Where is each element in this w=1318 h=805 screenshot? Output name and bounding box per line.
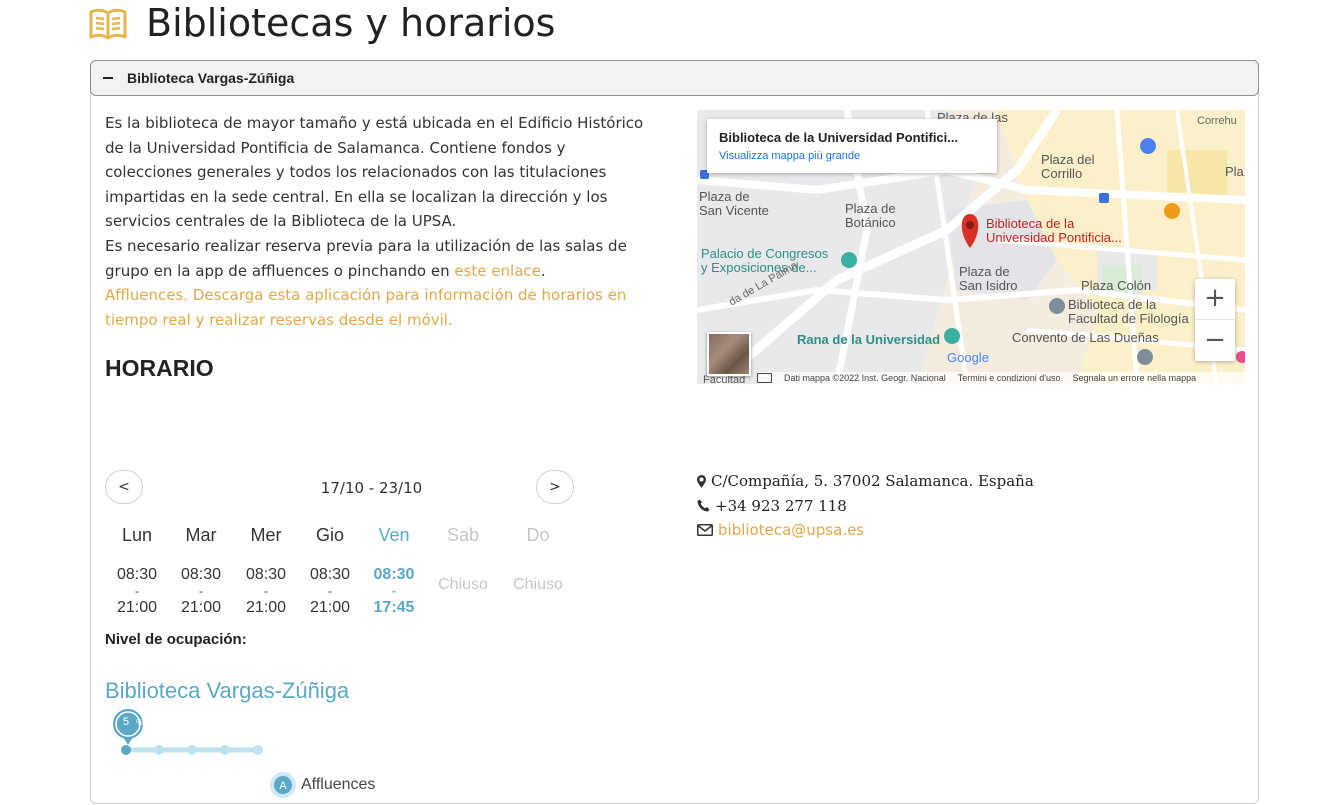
close-time: 21:00 — [116, 599, 158, 616]
day-lun: Lun 08:30-21:00 — [105, 521, 169, 616]
previous-week-button[interactable]: < — [105, 470, 143, 504]
open-book-icon — [89, 8, 127, 39]
map-info-card: Biblioteca de la Universidad Pontifici..… — [707, 119, 997, 173]
time-dash: - — [135, 584, 139, 598]
day-name: Ven — [378, 525, 410, 545]
day-sab: Sab Chiuso — [431, 521, 495, 594]
occupancy-unit: % — [136, 718, 144, 727]
map-label-correhu: Correhu — [1197, 115, 1237, 127]
day-name: Do — [526, 525, 550, 545]
map-label-palacio: Palacio de Congresos y Exposiciones de..… — [701, 246, 829, 275]
panel-title: Biblioteca Vargas-Zúñiga — [127, 70, 295, 86]
phone-icon — [697, 499, 710, 512]
map-card-title: Biblioteca de la Universidad Pontifici..… — [719, 130, 959, 145]
collapse-minus-icon[interactable] — [103, 77, 113, 79]
map-data-attribution: Dati mappa ©2022 Inst. Geogr. Nacional — [784, 373, 946, 383]
address-text: C/Compañía, 5. 37002 Salamanca. España — [711, 472, 1034, 490]
day-name: Sab — [446, 525, 480, 545]
map-terms-link[interactable]: Termini e condizioni d'uso — [958, 373, 1061, 383]
phone-row: +34 923 277 118 — [697, 494, 1034, 519]
map-label-pla: Pla — [1225, 164, 1244, 179]
zoom-out-button[interactable]: − — [1195, 320, 1235, 360]
close-time: 21:00 — [309, 599, 351, 616]
day-name: Mer — [250, 525, 282, 545]
library-panel: Biblioteca Vargas-Zúñiga Es la bibliotec… — [90, 60, 1259, 804]
google-logo: Google — [947, 350, 989, 365]
satellite-toggle[interactable] — [707, 332, 751, 376]
open-time: 08:30 — [373, 566, 415, 583]
open-time: 08:30 — [245, 566, 287, 583]
map-marker-icon — [697, 474, 706, 488]
keyboard-icon[interactable] — [757, 373, 772, 383]
open-time: 08:30 — [116, 566, 158, 583]
closed-label: Chiuso — [438, 576, 488, 593]
map-label-bib-filologia: Biblioteca de la Facultad de Filología — [1068, 297, 1189, 326]
affluences-brand: Affluences — [301, 776, 376, 793]
week-range: 17/10 - 23/10 — [320, 479, 423, 497]
map-label-plaza-corrillo: Plaza del Corrillo — [1041, 152, 1095, 181]
map-report-link[interactable]: Segnala un errore nella mappa — [1073, 373, 1197, 383]
map-label-plaza-san-vicente: Plaza de San Vicente — [699, 189, 769, 218]
email-link[interactable]: biblioteca@upsa.es — [718, 518, 864, 543]
map-label-plaza-san-isidro: Plaza de San Isidro — [959, 264, 1018, 293]
google-map[interactable]: Plaza de San Vicente Plaza de Botánico P… — [697, 110, 1245, 384]
library-description: Es la biblioteca de mayor tamaño y está … — [105, 111, 655, 332]
page-header: Bibliotecas y horarios — [88, 0, 555, 45]
view-larger-map-link[interactable]: Visualizza mappa più grande — [719, 150, 860, 162]
day-mer: Mer 08:30-21:00 — [234, 521, 298, 616]
panel-header[interactable]: Biblioteca Vargas-Zúñiga — [90, 60, 1259, 96]
day-hours: 08:30-17:45 — [362, 567, 426, 616]
affluences-logo[interactable]: A Affluences — [269, 771, 375, 799]
map-label-rana: Rana de la Universidad — [797, 332, 941, 347]
affluences-app-link[interactable]: Affluences. Descarga esta aplicación par… — [105, 286, 626, 329]
open-time: 08:30 — [180, 566, 222, 583]
description-paragraph-2: Es necesario realizar reserva previa par… — [105, 236, 627, 280]
envelope-icon — [697, 524, 713, 537]
reservation-link[interactable]: este enlace — [454, 262, 541, 280]
zoom-controls: + − — [1195, 279, 1235, 361]
horario-heading: HORARIO — [105, 355, 214, 381]
affluences-icon: A — [270, 772, 296, 798]
close-time: 21:00 — [180, 599, 222, 616]
day-name: Gio — [315, 525, 344, 545]
occupancy-value: 5 — [123, 716, 130, 728]
email-row: biblioteca@upsa.es — [697, 518, 1034, 543]
page-title: Bibliotecas y horarios — [146, 0, 556, 45]
time-dash: - — [328, 584, 332, 598]
day-hours: 08:30-21:00 — [169, 567, 233, 616]
map-label-plaza-botanico: Plaza de Botánico — [845, 201, 896, 230]
day-hours: 08:30-21:00 — [105, 567, 169, 616]
day-name: Lun — [121, 525, 153, 545]
next-week-button[interactable]: > — [536, 470, 574, 504]
svg-text:A: A — [279, 780, 287, 792]
close-time: 21:00 — [245, 599, 287, 616]
day-ven: Ven 08:30-17:45 — [362, 521, 426, 616]
day-mar: Mar 08:30-21:00 — [169, 521, 233, 616]
time-dash: - — [199, 584, 203, 598]
occupancy-label: Nivel de ocupación: — [105, 631, 247, 648]
map-label-convento: Convento de Las Dueñas — [1012, 330, 1159, 345]
occupancy-gauge: 5 % — [111, 707, 271, 757]
description-paragraph-1: Es la biblioteca de mayor tamaño y está … — [105, 114, 644, 231]
day-hours: 08:30-21:00 — [234, 567, 298, 616]
phone-text: +34 923 277 118 — [715, 496, 847, 515]
map-label-pin: Biblioteca de la Universidad Pontificia.… — [986, 216, 1122, 245]
day-do: Do Chiuso — [506, 521, 570, 594]
map-footer: Dati mappa ©2022 Inst. Geogr. Nacional T… — [757, 372, 1245, 384]
time-dash: - — [264, 584, 268, 598]
day-hours: 08:30-21:00 — [298, 567, 362, 616]
day-gio: Gio 08:30-21:00 — [298, 521, 362, 616]
contact-info: C/Compañía, 5. 37002 Salamanca. España +… — [697, 469, 1034, 543]
occupancy-library-name[interactable]: Biblioteca Vargas-Zúñiga — [105, 678, 349, 704]
close-time: 17:45 — [373, 599, 415, 616]
day-name: Mar — [185, 525, 217, 545]
map-label-plaza-colon: Plaza Colón — [1081, 278, 1152, 293]
period-text: . — [540, 261, 546, 280]
address-row: C/Compañía, 5. 37002 Salamanca. España — [697, 469, 1034, 494]
open-time: 08:30 — [309, 566, 351, 583]
closed-label: Chiuso — [513, 576, 563, 593]
occupancy-track — [113, 709, 263, 755]
time-dash: - — [392, 584, 396, 598]
zoom-in-button[interactable]: + — [1195, 279, 1235, 320]
